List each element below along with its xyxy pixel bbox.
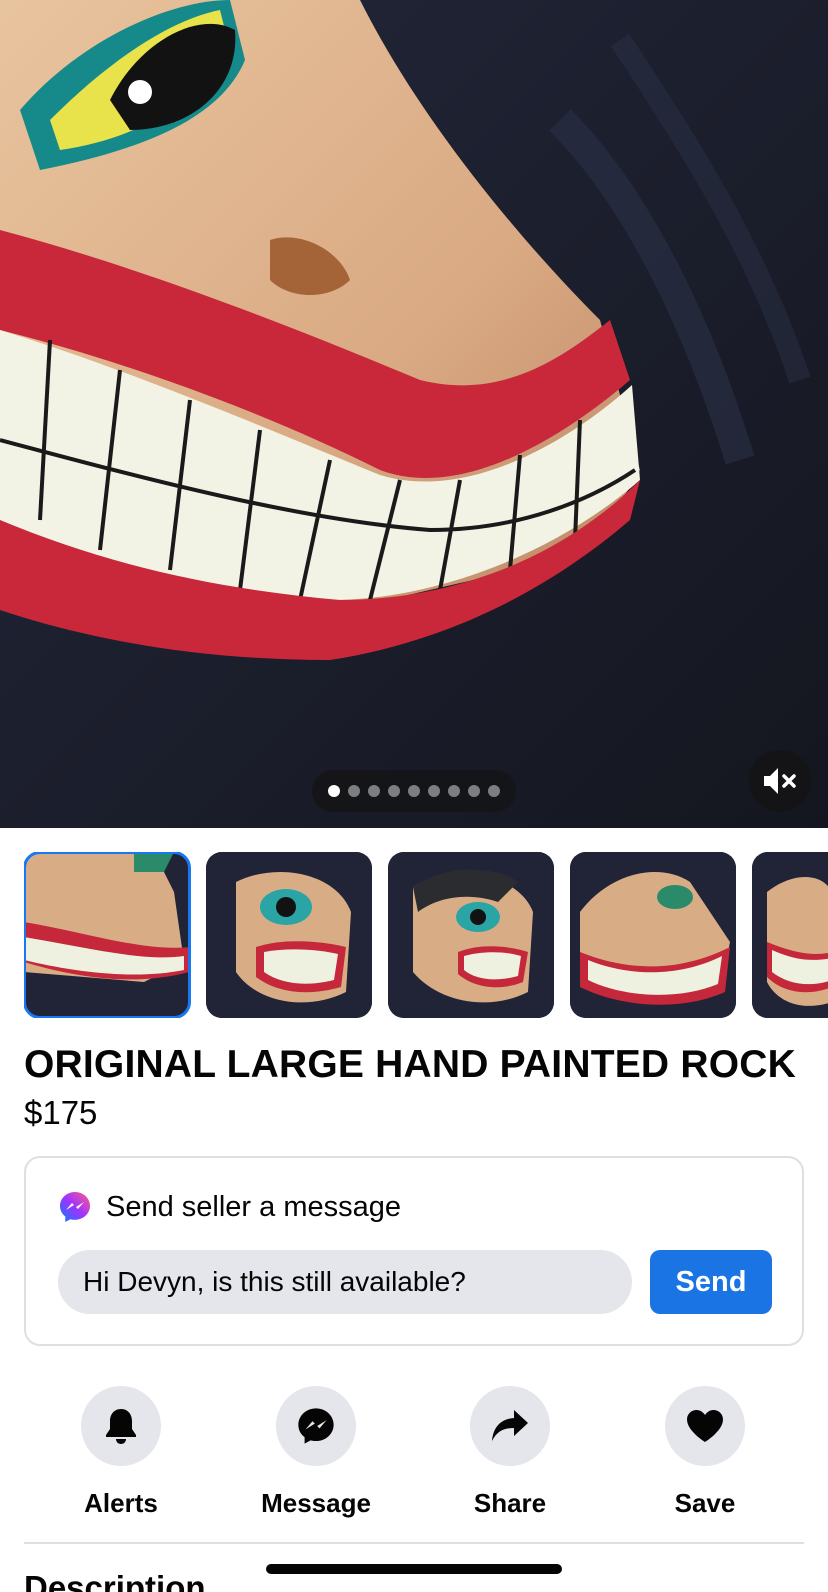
alerts-button[interactable]: Alerts [46, 1386, 196, 1518]
mute-button[interactable] [749, 750, 811, 812]
message-card-header: Send seller a message [58, 1190, 401, 1224]
pager-dot[interactable] [348, 785, 360, 797]
listing-actions: Alerts Message Share Save [24, 1386, 804, 1518]
save-label: Save [674, 1488, 736, 1518]
section-divider [24, 1542, 804, 1544]
thumbnail-image [752, 852, 828, 1018]
pager-dot[interactable] [428, 785, 440, 797]
listing-price: $175 [24, 1094, 98, 1131]
share-button[interactable]: Share [435, 1386, 585, 1518]
thumbnail-3[interactable] [388, 852, 554, 1018]
message-label: Message [261, 1488, 371, 1518]
pager-dot[interactable] [448, 785, 460, 797]
save-button[interactable]: Save [630, 1386, 780, 1518]
share-arrow-icon [492, 1410, 528, 1441]
share-icon-circle [470, 1386, 550, 1466]
send-seller-message-card: Send seller a message Hi Devyn, is this … [24, 1156, 804, 1346]
messenger-icon [60, 1192, 90, 1222]
alerts-label: Alerts [84, 1488, 158, 1518]
thumbnail-5[interactable] [752, 852, 828, 1018]
message-button[interactable]: Message [241, 1386, 391, 1518]
pager-dot[interactable] [468, 785, 480, 797]
listing-photo[interactable] [0, 0, 828, 828]
messenger-icon [298, 1408, 334, 1444]
alerts-icon-circle [81, 1386, 161, 1466]
thumbnail-image [24, 852, 190, 1018]
bell-icon [106, 1409, 136, 1444]
heart-icon [687, 1410, 723, 1442]
thumbnail-1[interactable] [24, 852, 191, 1018]
home-indicator[interactable] [266, 1564, 562, 1574]
pager-dot-active[interactable] [328, 785, 340, 797]
thumbnail-image [570, 852, 736, 1018]
pager-dot[interactable] [408, 785, 420, 797]
thumbnail-4[interactable] [570, 852, 736, 1018]
speaker-muted-icon [764, 768, 796, 794]
pager-dot[interactable] [388, 785, 400, 797]
save-icon-circle [665, 1386, 745, 1466]
message-card-heading: Send seller a message [106, 1191, 401, 1223]
rock-photo-image [0, 0, 828, 828]
message-icon-circle [276, 1386, 356, 1466]
pager-dot[interactable] [368, 785, 380, 797]
thumbnail-2[interactable] [206, 852, 372, 1018]
thumbnail-image [388, 852, 554, 1018]
photo-thumbnails [24, 852, 828, 1018]
share-label: Share [473, 1488, 547, 1518]
photo-pager-dots[interactable] [312, 770, 516, 812]
pager-dot[interactable] [488, 785, 500, 797]
description-heading: Description [24, 1569, 206, 1592]
message-input[interactable]: Hi Devyn, is this still available? [58, 1250, 632, 1314]
listing-title: ORIGINAL LARGE HAND PAINTED ROCK [24, 1043, 796, 1086]
thumbnail-image [206, 852, 372, 1018]
send-button[interactable]: Send [650, 1250, 772, 1314]
